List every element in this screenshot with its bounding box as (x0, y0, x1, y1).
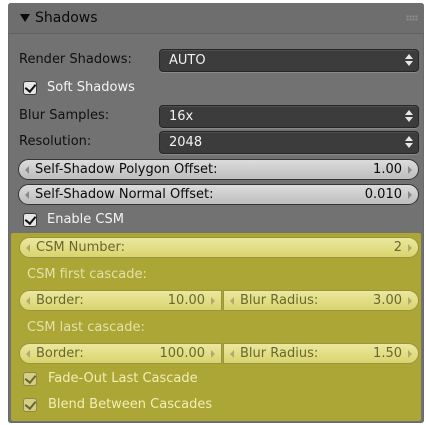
decrement-arrow-icon[interactable] (26, 350, 30, 358)
collapse-triangle-icon[interactable] (20, 14, 30, 22)
blur-samples-label: Blur Samples: (19, 108, 110, 123)
first-cascade-border-label: Border: (36, 293, 84, 308)
first-cascade-border-value: 10.00 (167, 293, 205, 308)
blend-between-cascades-label: Blend Between Cascades (48, 397, 213, 412)
last-cascade-blur-radius-value: 1.50 (373, 346, 402, 361)
last-cascade-blur-radius-label: Blur Radius: (240, 346, 319, 361)
decrement-arrow-icon[interactable] (230, 297, 234, 305)
drag-grip-icon[interactable] (406, 15, 418, 21)
last-cascade-blur-radius-field[interactable]: Blur Radius: 1.50 (223, 343, 419, 364)
increment-arrow-icon[interactable] (408, 350, 412, 358)
dropdown-arrows-icon (405, 53, 413, 68)
fade-out-last-cascade-label: Fade-Out Last Cascade (48, 371, 198, 386)
enable-csm-label: Enable CSM (47, 212, 124, 227)
enable-csm-checkbox[interactable] (23, 213, 37, 227)
csm-first-cascade-heading: CSM first cascade: (27, 267, 147, 282)
panel-title: Shadows (35, 10, 98, 26)
self-shadow-polygon-offset-value: 1.00 (373, 162, 402, 177)
resolution-value: 2048 (169, 135, 203, 150)
first-cascade-blur-radius-field[interactable]: Blur Radius: 3.00 (223, 290, 419, 311)
resolution-dropdown[interactable]: 2048 (159, 131, 419, 154)
increment-arrow-icon[interactable] (408, 244, 412, 252)
resolution-label: Resolution: (19, 134, 92, 149)
panel-header[interactable]: Shadows (8, 3, 424, 34)
dropdown-arrows-icon (405, 109, 413, 124)
self-shadow-polygon-offset-field[interactable]: Self-Shadow Polygon Offset: 1.00 (18, 159, 419, 180)
first-cascade-blur-radius-value: 3.00 (373, 293, 402, 308)
render-shadows-value: AUTO (169, 53, 206, 68)
increment-arrow-icon[interactable] (408, 297, 412, 305)
decrement-arrow-icon[interactable] (26, 297, 30, 305)
fade-out-last-cascade-checkbox[interactable] (23, 372, 37, 386)
blur-samples-dropdown[interactable]: 16x (159, 105, 419, 128)
csm-number-label: CSM Number: (36, 240, 126, 255)
first-cascade-blur-radius-label: Blur Radius: (240, 293, 319, 308)
increment-arrow-icon[interactable] (408, 191, 412, 199)
render-shadows-label: Render Shadows: (19, 52, 132, 67)
blend-between-cascades-checkbox[interactable] (23, 398, 37, 412)
increment-arrow-icon[interactable] (211, 297, 215, 305)
increment-arrow-icon[interactable] (211, 350, 215, 358)
self-shadow-normal-offset-value: 0.010 (364, 187, 402, 202)
soft-shadows-checkbox[interactable] (23, 81, 37, 95)
decrement-arrow-icon[interactable] (26, 244, 30, 252)
dropdown-arrows-icon (405, 135, 413, 150)
soft-shadows-label: Soft Shadows (47, 80, 135, 95)
self-shadow-normal-offset-field[interactable]: Self-Shadow Normal Offset: 0.010 (18, 184, 419, 205)
csm-last-cascade-heading: CSM last cascade: (27, 320, 145, 335)
decrement-arrow-icon[interactable] (230, 350, 234, 358)
blur-samples-value: 16x (169, 109, 194, 124)
csm-number-value: 2 (393, 240, 402, 255)
render-shadows-dropdown[interactable]: AUTO (159, 49, 419, 72)
self-shadow-normal-offset-label: Self-Shadow Normal Offset: (35, 187, 214, 202)
self-shadow-polygon-offset-label: Self-Shadow Polygon Offset: (35, 162, 218, 177)
first-cascade-border-field[interactable]: Border: 10.00 (19, 290, 222, 311)
csm-number-field[interactable]: CSM Number: 2 (19, 237, 419, 258)
last-cascade-border-value: 100.00 (159, 346, 206, 361)
last-cascade-border-field[interactable]: Border: 100.00 (19, 343, 222, 364)
last-cascade-border-label: Border: (36, 346, 84, 361)
decrement-arrow-icon[interactable] (25, 191, 29, 199)
decrement-arrow-icon[interactable] (25, 166, 29, 174)
increment-arrow-icon[interactable] (408, 166, 412, 174)
